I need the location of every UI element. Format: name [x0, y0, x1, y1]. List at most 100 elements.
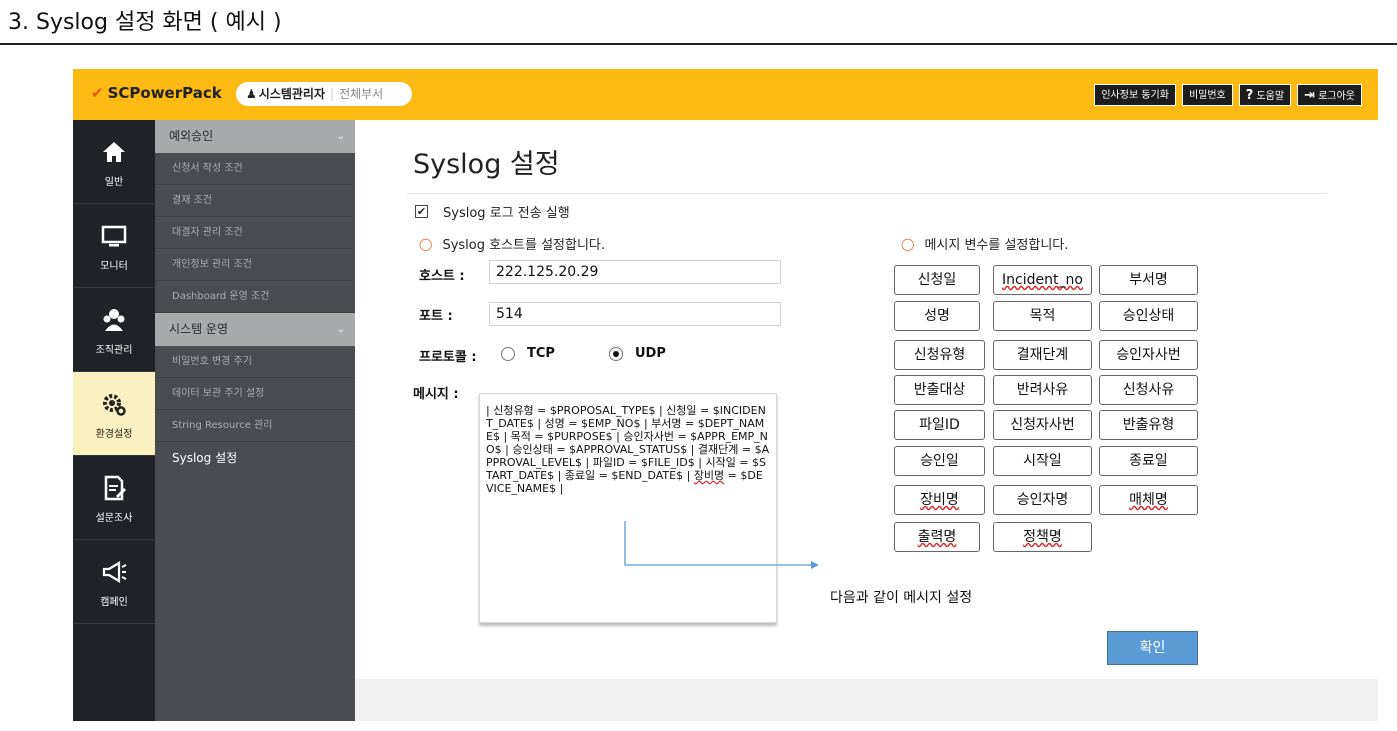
submenu-group-system-label: 시스템 운영 [169, 322, 229, 336]
app-logo[interactable]: ✔ SCPowerPack [91, 84, 222, 102]
gear-icon [103, 394, 126, 416]
var-button[interactable]: 출력명 [894, 522, 980, 552]
password-button[interactable]: 비밀번호 [1181, 84, 1233, 106]
rail-item-survey[interactable]: 설문조사 [73, 456, 155, 540]
user-name: 시스템관리자 [258, 87, 326, 101]
home-icon [103, 142, 125, 162]
var-button[interactable]: Incident_no [993, 265, 1092, 295]
var-button[interactable]: 파일ID [894, 410, 985, 440]
var-button[interactable]: 정책명 [993, 522, 1092, 552]
logo-check-icon: ✔ [91, 84, 104, 102]
icon-rail: 일반 모니터 조직관리 환경설정 설문조사 캠페인 [73, 120, 155, 721]
syslog-enable-label: Syslog 로그 전송 실행 [443, 206, 570, 221]
title-divider [407, 193, 1327, 194]
page-title: Syslog 설정 [413, 149, 560, 180]
port-label: 포트 : [419, 309, 453, 324]
message-textarea[interactable]: | 신청유형 = $PROPOSAL_TYPE$ | 신청일 = $INCIDE… [479, 393, 777, 623]
protocol-udp-radio[interactable]: UDP [609, 346, 666, 361]
protocol-udp-label: UDP [635, 346, 666, 361]
submenu-group-exception[interactable]: 예외승인 ⌄ [155, 120, 355, 153]
logout-button[interactable]: ⇥ 로그아웃 [1297, 84, 1362, 106]
protocol-tcp-label: TCP [527, 346, 555, 361]
var-button[interactable]: 승인자사번 [1099, 340, 1198, 370]
main-content: Syslog 설정 ✔ Syslog 로그 전송 실행 ◯ Syslog 호스트를… [355, 120, 1378, 679]
var-button[interactable]: 목적 [993, 301, 1092, 331]
host-section-label: Syslog 호스트를 설정합니다. [442, 238, 606, 253]
var-button-label: Incident_no [1002, 272, 1083, 288]
var-button[interactable]: 부서명 [1099, 265, 1198, 295]
var-button[interactable]: 승인자명 [993, 485, 1092, 515]
rail-item-general[interactable]: 일반 [73, 120, 155, 204]
var-button[interactable]: 승인일 [894, 446, 985, 476]
rail-item-monitor[interactable]: 모니터 [73, 204, 155, 288]
doc-heading: 3. Syslog 설정 화면 ( 예시 ) [8, 10, 282, 35]
var-button[interactable]: 종료일 [1099, 446, 1198, 476]
help-label: 도움말 [1256, 91, 1285, 102]
rail-label-org: 조직관리 [95, 345, 133, 356]
submenu-item[interactable]: 비밀번호 변경 주기 [155, 346, 355, 378]
content-footer [355, 679, 1378, 721]
confirm-button[interactable]: 확인 [1107, 631, 1198, 665]
app-window: ✔ SCPowerPack ♟ 시스템관리자 | 전체부서 인사정보 동기화 비밀번호 … [73, 69, 1378, 721]
submenu-item-syslog[interactable]: Syslog 설정 [155, 442, 355, 474]
header-actions: 인사정보 동기화 비밀번호 ? 도움말 ⇥ 로그아웃 [1094, 84, 1362, 106]
var-button[interactable]: 시작일 [993, 446, 1092, 476]
var-button[interactable]: 반출유형 [1099, 410, 1198, 440]
syslog-enable-checkbox[interactable]: ✔ Syslog 로그 전송 실행 [415, 202, 570, 221]
var-button-label: 정책명 [1023, 529, 1062, 545]
submenu-group-exception-label: 예외승인 [169, 129, 214, 143]
logout-icon: ⇥ [1304, 88, 1315, 103]
host-label: 호스트 : [419, 269, 465, 284]
var-button[interactable]: 신청일 [894, 265, 980, 295]
top-bar: ✔ SCPowerPack ♟ 시스템관리자 | 전체부서 인사정보 동기화 비밀번호 … [73, 69, 1378, 120]
user-divider: | [330, 87, 335, 101]
rail-label-campaign: 캠페인 [100, 597, 128, 608]
host-section-heading: ◯ Syslog 호스트를 설정합니다. [419, 234, 606, 254]
var-section-heading: ◯ 메시지 변수를 설정합니다. [901, 234, 1068, 254]
host-input[interactable]: 222.125.20.29 [489, 260, 781, 284]
var-button[interactable]: 승인상태 [1099, 301, 1198, 331]
protocol-tcp-radio[interactable]: TCP [501, 346, 555, 361]
rail-label-monitor: 모니터 [100, 261, 128, 272]
megaphone-icon [102, 561, 127, 583]
help-button[interactable]: ? 도움말 [1238, 84, 1292, 106]
var-button[interactable]: 성명 [894, 301, 980, 331]
user-badge[interactable]: ♟ 시스템관리자 | 전체부서 [236, 82, 412, 106]
submenu-item[interactable]: 대결자 관리 조건 [155, 217, 355, 249]
callout-note: 다음과 같이 메시지 설정 [830, 590, 973, 606]
submenu-item[interactable]: 개인정보 관리 조건 [155, 249, 355, 281]
submenu-group-system[interactable]: 시스템 운영 ⌄ [155, 313, 355, 346]
var-button[interactable]: 반출대상 [894, 375, 985, 405]
submenu-item[interactable]: 데이터 보관 주기 설정 [155, 378, 355, 410]
users-icon [103, 309, 125, 331]
var-button[interactable]: 반려사유 [993, 375, 1092, 405]
chevron-down-icon: ⌄ [336, 324, 345, 335]
help-icon: ? [1245, 88, 1254, 103]
rail-item-org[interactable]: 조직관리 [73, 288, 155, 372]
logo-text: SCPowerPack [107, 84, 222, 102]
port-input[interactable]: 514 [489, 302, 781, 326]
var-button[interactable]: 매체명 [1099, 485, 1198, 515]
checkbox-checked-icon: ✔ [415, 205, 428, 218]
rail-item-settings[interactable]: 환경설정 [73, 372, 155, 456]
var-button-label: 매체명 [1129, 492, 1168, 508]
doc-heading-rule [0, 43, 1397, 45]
chevron-down-icon: ⌄ [336, 131, 345, 142]
sync-hr-button[interactable]: 인사정보 동기화 [1094, 84, 1176, 106]
submenu-item[interactable]: 신청서 작성 조건 [155, 153, 355, 185]
rail-item-campaign[interactable]: 캠페인 [73, 540, 155, 624]
var-button[interactable]: 신청사유 [1099, 375, 1198, 405]
submenu-item[interactable]: String Resource 관리 [155, 410, 355, 442]
radio-off-icon [501, 346, 515, 361]
circle-check-icon: ◯ [901, 236, 915, 251]
var-button[interactable]: 신청자사번 [993, 410, 1092, 440]
var-button[interactable]: 신청유형 [894, 340, 985, 370]
submenu-item[interactable]: Dashboard 운영 조건 [155, 281, 355, 313]
survey-icon [104, 475, 126, 501]
message-label: 메시지 : [413, 387, 459, 402]
var-button[interactable]: 장비명 [894, 485, 985, 515]
circle-check-icon: ◯ [419, 236, 433, 251]
submenu-item[interactable]: 결재 조건 [155, 185, 355, 217]
message-text-underlined: 장비명 [693, 469, 725, 482]
var-button[interactable]: 결재단계 [993, 340, 1092, 370]
